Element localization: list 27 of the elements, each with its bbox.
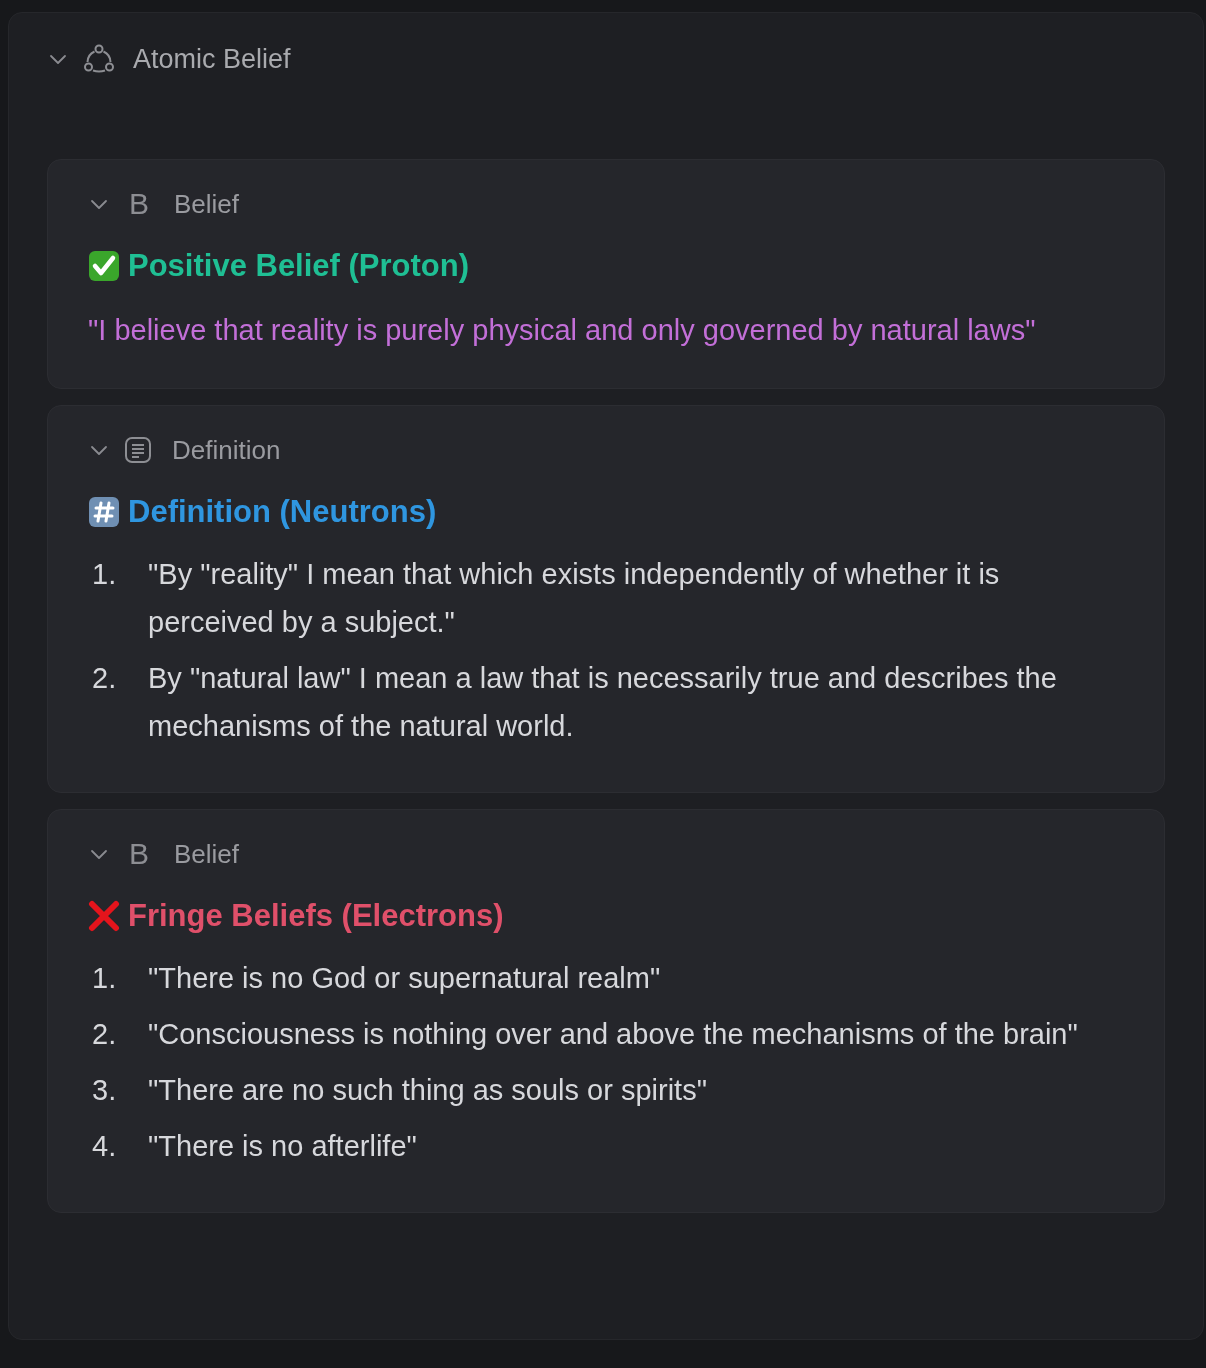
list-number: 1.	[91, 961, 118, 996]
list-number: 2.	[91, 1017, 118, 1052]
list-number: 1.	[91, 557, 118, 592]
list-number: 4.	[91, 1129, 118, 1164]
block-type-label: Belief	[174, 188, 240, 220]
section-heading: Positive Belief (Proton)	[128, 247, 470, 285]
list-item-text: "There are no such thing as souls or spirits"	[148, 1073, 707, 1108]
list-item-text: "Consciousness is nothing over and above the mechanisms of the brain"	[148, 1017, 1078, 1052]
bold-letter-icon: B	[124, 189, 154, 219]
check-icon	[88, 250, 120, 282]
list-number: 2.	[91, 661, 118, 696]
document-icon	[124, 436, 152, 464]
cycle-nodes-icon	[83, 43, 115, 75]
list-item-text: "By "reality" I mean that which exists independently of whether it is perceived by a subject."	[148, 557, 1001, 640]
section-heading: Fringe Beliefs (Electrons)	[128, 897, 504, 935]
list-item-text: "There is no God or supernatural realm"	[148, 961, 661, 996]
hash-icon	[88, 496, 120, 528]
bold-letter-icon: B	[124, 839, 154, 869]
panel-title: Atomic Belief	[133, 43, 291, 75]
cross-icon	[88, 900, 120, 932]
block-type-label: Belief	[174, 838, 240, 870]
quote-text: "I believe that reality is purely physical and only governed by natural laws"	[88, 313, 1037, 348]
list-item-text: By "natural law" I mean a law that is necessarily true and describes the mechanisms of the natural world.	[148, 661, 1058, 744]
section-heading: Definition (Neutrons)	[128, 493, 437, 531]
block-type-label: Definition	[172, 434, 281, 466]
list-number: 3.	[91, 1073, 118, 1108]
list-item-text: "There is no afterlife"	[148, 1129, 417, 1164]
